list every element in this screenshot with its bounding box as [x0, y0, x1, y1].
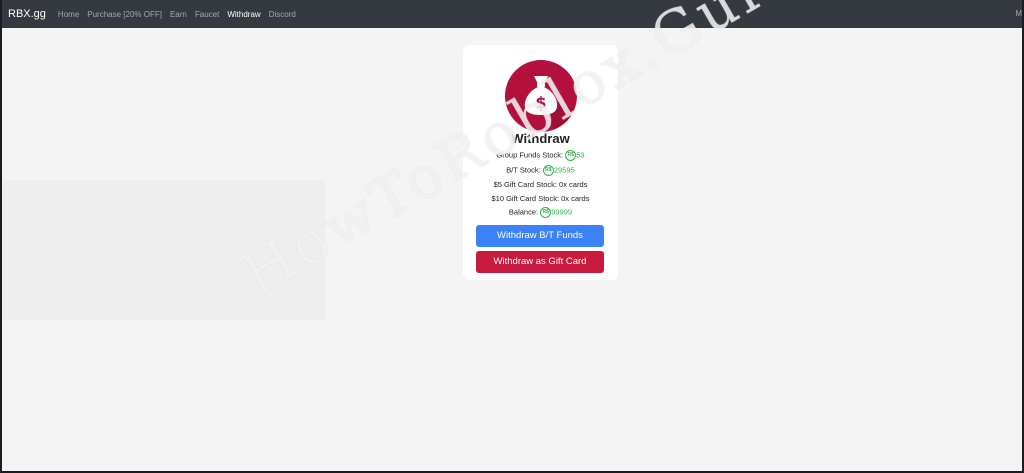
nav-right-truncated-link[interactable]: M — [1015, 9, 1022, 18]
nav-link-purchase[interactable]: Purchase [20% OFF] — [87, 10, 162, 19]
bt-stock-label: B/T Stock: — [506, 165, 541, 175]
top-navbar: RBX.gg Home Purchase [20% OFF] Earn Fauc… — [0, 0, 1024, 28]
bt-stock: B/T Stock: R$ 29595 — [463, 165, 618, 176]
nav-link-faucet[interactable]: Faucet — [195, 10, 219, 19]
gift5-value: 0x cards — [559, 180, 588, 189]
robux-icon: R$ — [565, 150, 577, 161]
background-panel — [0, 180, 325, 320]
balance-value: 99999 — [551, 207, 573, 217]
gift5-stock: $5 Gift Card Stock: 0x cards — [463, 180, 618, 189]
gift5-label: $5 Gift Card Stock: — [493, 180, 557, 189]
nav-link-discord[interactable]: Discord — [269, 10, 296, 19]
withdraw-title: Withdraw — [511, 131, 570, 146]
svg-text:$: $ — [535, 93, 546, 112]
group-funds-label: Group Funds Stock: — [496, 150, 564, 160]
robux-icon: R$ — [540, 207, 552, 218]
nav-link-earn[interactable]: Earn — [170, 10, 187, 19]
balance: Balance: R$ 99999 — [463, 207, 618, 218]
robux-icon: R$ — [542, 165, 554, 176]
withdraw-bt-funds-button[interactable]: Withdraw B/T Funds — [476, 225, 604, 247]
withdraw-card: $ Withdraw Group Funds Stock: R$ 53 B/T S… — [463, 45, 618, 280]
gift10-value: 0x cards — [561, 194, 590, 203]
balance-label: Balance: — [508, 207, 539, 217]
nav-link-home[interactable]: Home — [58, 10, 79, 19]
brand-logo-link[interactable]: RBX.gg — [8, 8, 46, 20]
group-funds-value: 53 — [576, 150, 585, 160]
gift10-stock: $10 Gift Card Stock: 0x cards — [463, 194, 618, 203]
withdraw-gift-card-button[interactable]: Withdraw as Gift Card — [476, 251, 604, 273]
nav-link-withdraw[interactable]: Withdraw — [227, 10, 260, 19]
money-bag-icon: $ — [505, 60, 577, 132]
group-funds-stock: Group Funds Stock: R$ 53 — [463, 150, 618, 161]
bt-stock-value: 29595 — [553, 165, 575, 175]
gift10-label: $10 Gift Card Stock: — [491, 194, 560, 203]
